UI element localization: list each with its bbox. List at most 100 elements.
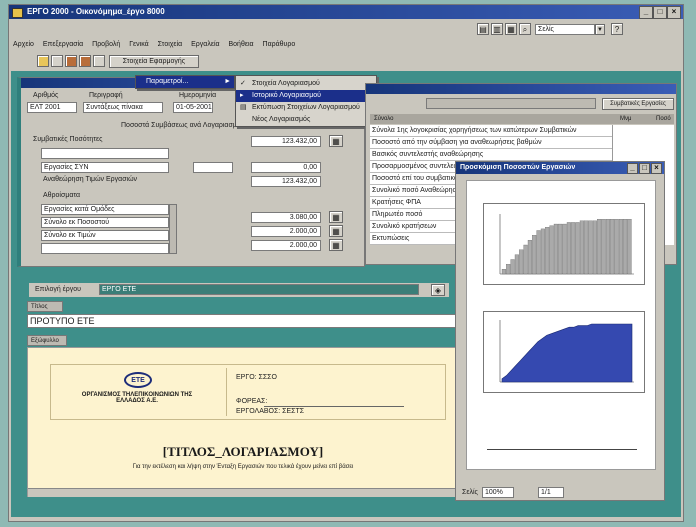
menu-item-parameters[interactable]: Παραμετροί... ►	[136, 76, 234, 88]
amount2-0[interactable]: 3.080,00	[251, 212, 321, 223]
menu-data[interactable]: Στοιχεία	[158, 41, 183, 48]
area-chart	[483, 311, 645, 393]
print-icon[interactable]: ▤	[477, 23, 489, 35]
contractor-field: ΕΡΓΟΛΑΒΟΣ: ΣΕΣΤΣ	[236, 408, 305, 415]
chart-close-icon[interactable]: ×	[651, 163, 662, 174]
bar	[584, 220, 589, 275]
contract-works-button[interactable]: Συμβατικές Εργασίες	[602, 98, 674, 110]
grid-header-1: Μνμ	[620, 116, 632, 122]
chart-max-icon[interactable]: □	[639, 163, 650, 174]
bar	[579, 220, 584, 275]
project-combo[interactable]: ΕΡΓΟ ΕΤΕ	[99, 284, 419, 295]
list2-row-3[interactable]	[41, 243, 169, 254]
amount2-button-2-icon[interactable]: ▦	[329, 239, 343, 251]
history-icon: ▸	[240, 92, 244, 99]
menu-window[interactable]: Παράθυρο	[263, 41, 296, 48]
close-icon[interactable]: ×	[667, 6, 681, 19]
title-field[interactable]: ΠΡΟΤΥΠΟ ΕΤΕ	[27, 314, 457, 328]
col-number-label: Αριθμός	[33, 92, 59, 99]
chevron-down-icon[interactable]: ▼	[595, 24, 605, 35]
maximize-icon[interactable]: □	[653, 6, 667, 19]
date-field[interactable]: 01-05-2001	[173, 102, 213, 113]
list1-row-0[interactable]	[41, 148, 169, 159]
bar-chart	[483, 203, 645, 285]
chart-window-title: Προσκόμιση Ποσοστών Εργασιών	[460, 164, 576, 171]
description-field[interactable]: Συντάξεως πίνακα	[83, 102, 163, 113]
list1-row-1[interactable]: Εργασίες ΣΥΝ	[41, 162, 169, 173]
area-series	[501, 323, 633, 383]
table-row[interactable]: Βασικός συντελεστής αναθεώρησης	[370, 149, 612, 161]
bar	[501, 269, 506, 275]
menu-view[interactable]: Προβολή	[92, 41, 120, 48]
menu-help[interactable]: Βοήθεια	[229, 41, 254, 48]
menu-file[interactable]: Αρχείο	[13, 41, 34, 48]
submenu-arrow-icon: ►	[224, 78, 231, 85]
folder-icon[interactable]	[37, 55, 49, 67]
preview-tab[interactable]: Εξώφυλλο	[27, 335, 67, 346]
grid-filter-combo[interactable]	[426, 98, 596, 109]
amount1-1[interactable]: 0,00	[251, 162, 321, 173]
submenu-item-account-history[interactable]: ▸ Ιστορικό Λογαριασμού	[236, 90, 376, 102]
bar	[571, 222, 576, 275]
tools-icon[interactable]	[93, 55, 105, 67]
menu-edit[interactable]: Επεξεργασία	[43, 41, 83, 48]
bar	[532, 235, 537, 275]
table-row[interactable]: Ποσοστό από την σύμβαση για αναθεωρήσεις…	[370, 137, 612, 149]
help-icon[interactable]: ?	[611, 23, 623, 35]
bar	[536, 230, 541, 275]
chart-icon[interactable]	[79, 55, 91, 67]
amount1-button-icon[interactable]: ▦	[329, 135, 343, 147]
document-preview: ΕΤΕ ΟΡΓΑΝΙΣΜΟΣ ΤΗΛΕΠΙΚΟΙΝΩΝΙΩΝ ΤΗΣ ΕΛΛΑΔ…	[27, 347, 457, 497]
title-bar: ΕΡΓΟ 2000 - Οικονόμημα_έργο 8000 _ □ ×	[9, 5, 683, 19]
parent-menu: Παραμετροί... ►	[135, 75, 235, 89]
sub2-label: Αναθεώρηση Τιμών Εργασιών	[43, 176, 138, 183]
submenu-item-print-account[interactable]: ▤ Εκτύπωση Στοιχείων Λογαριασμού	[236, 102, 376, 114]
bar	[623, 219, 628, 275]
amount1-2[interactable]: 123.432,00	[251, 176, 321, 187]
preview-icon[interactable]: ▥	[491, 23, 503, 35]
menu-general[interactable]: Γενικά	[129, 41, 149, 48]
bar	[545, 227, 550, 275]
amount2-button-1-icon[interactable]: ▦	[329, 225, 343, 237]
list2-row-1[interactable]: Σύνολο εκ Ποσοστού	[41, 217, 169, 228]
bar	[514, 254, 519, 275]
print-small-icon: ▤	[240, 104, 247, 111]
preview-scrollbar[interactable]	[28, 488, 456, 497]
bar	[506, 264, 511, 275]
bar	[618, 219, 623, 275]
chart-statusbar: Σελίς 100% 1/1	[458, 486, 664, 500]
app-icon	[12, 8, 23, 18]
page-field[interactable]: 1/1	[538, 487, 564, 498]
chart-min-icon[interactable]: _	[627, 163, 638, 174]
bar	[605, 219, 610, 275]
amount2-1[interactable]: 2.000,00	[251, 226, 321, 237]
search-combo[interactable]: Σελίς	[535, 24, 595, 35]
bar	[540, 228, 545, 275]
number-field[interactable]: ΕΛΤ 2001	[27, 102, 77, 113]
bar	[523, 244, 528, 275]
title-tab: Τίτλος	[27, 301, 63, 312]
table-row[interactable]: Σύνολα 1ης λογοκρισίας χορηγήσεως των κα…	[370, 125, 612, 137]
zoom-icon[interactable]: ⌕	[519, 23, 531, 35]
submenu-item-account-data[interactable]: ✓ Στοιχεία Λογαριασμού	[236, 78, 376, 90]
chart-window-titlebar: Προσκόμιση Ποσοστών Εργασιών _ □ ×	[456, 162, 664, 174]
amount2-button-0-icon[interactable]: ▦	[329, 211, 343, 223]
list2-row-2[interactable]: Σύνολο εκ Τιμών	[41, 230, 169, 241]
list-scrollbar[interactable]	[169, 204, 177, 254]
submenu-item-new-account[interactable]: Νέος Λογαριασμός	[236, 114, 376, 126]
grid-icon[interactable]: ▦	[505, 23, 517, 35]
agency-field: ΦΟΡΕΑΣ:	[236, 398, 268, 405]
new-icon[interactable]	[51, 55, 63, 67]
org-logo: ΕΤΕ	[124, 372, 152, 388]
bar	[614, 219, 619, 275]
amount2-2[interactable]: 2.000,00	[251, 240, 321, 251]
list1-row-2[interactable]	[193, 162, 233, 173]
list2-row-0[interactable]: Εργασίες κατά Ομάδες	[41, 204, 169, 215]
zoom-field[interactable]: 100%	[482, 487, 514, 498]
menu-tools[interactable]: Εργαλεία	[191, 41, 219, 48]
project-lookup-icon[interactable]: ◈	[431, 284, 445, 296]
save-icon[interactable]	[65, 55, 77, 67]
amount1-0[interactable]: 123.432,00	[251, 136, 321, 147]
minimize-icon[interactable]: _	[639, 6, 653, 19]
toolbar-app-data-button[interactable]: Στοιχεία Εφαρμογής	[109, 55, 199, 68]
